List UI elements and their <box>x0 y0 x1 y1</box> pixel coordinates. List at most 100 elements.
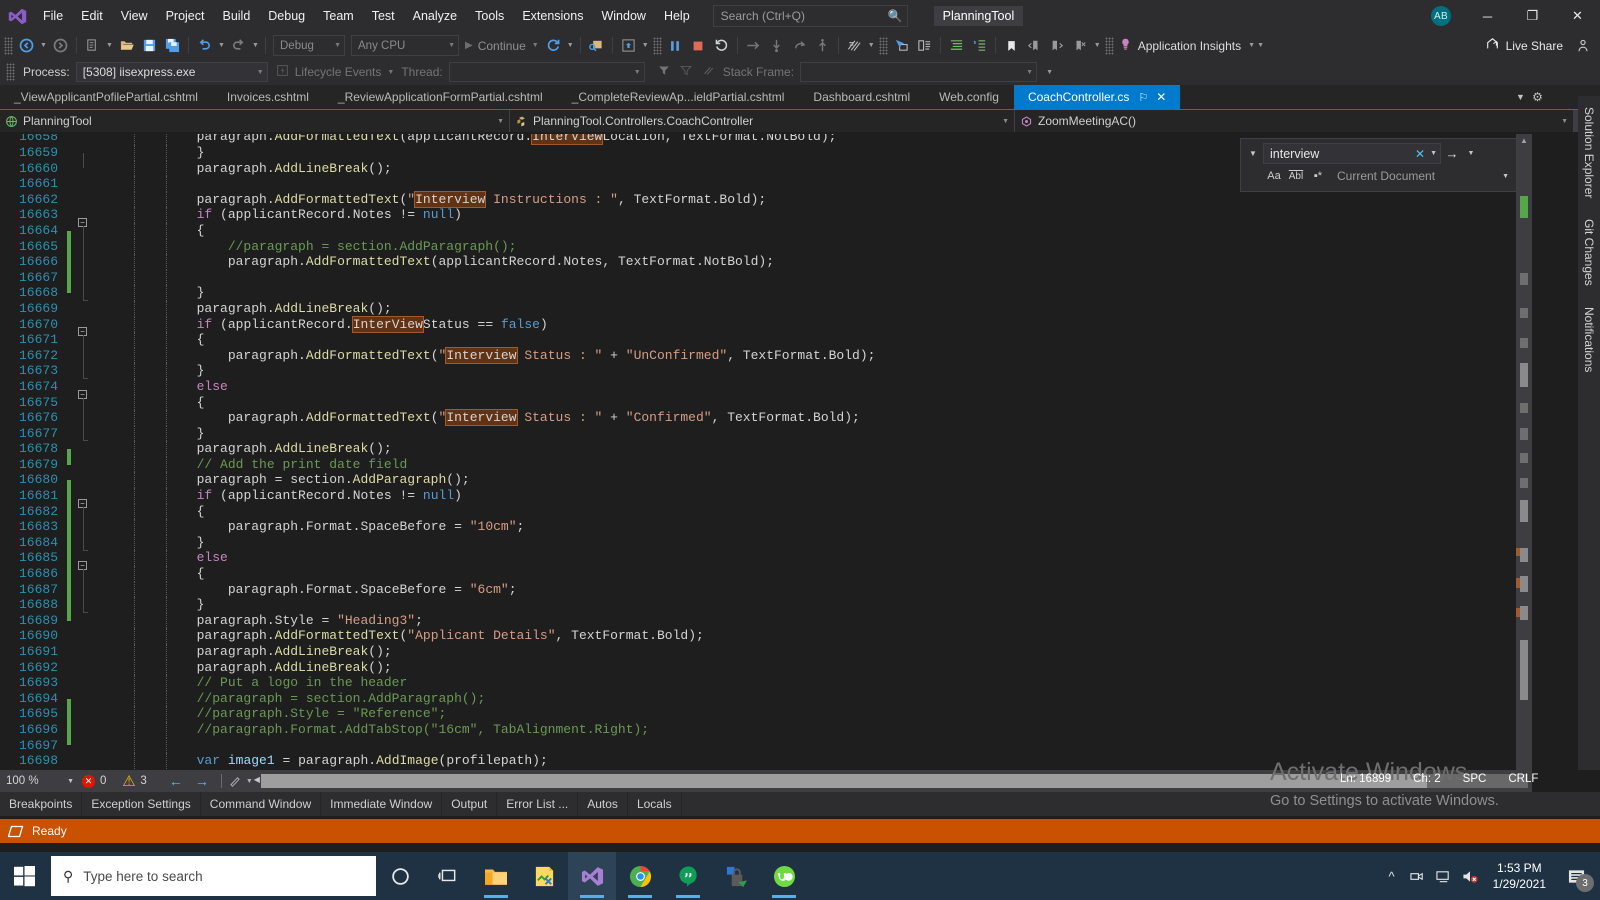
code-text[interactable]: if (applicantRecord.InterViewStatus == f… <box>92 315 1530 333</box>
code-text[interactable]: // Add the print date field <box>92 456 1530 473</box>
code-line[interactable]: 16671 { <box>0 332 1530 356</box>
code-line[interactable]: 16662 paragraph.AddFormattedText("Interv… <box>0 190 1530 208</box>
hscroll-thumb[interactable] <box>260 774 1427 788</box>
menu-help[interactable]: Help <box>655 0 699 32</box>
sync-lock-icon[interactable] <box>712 852 760 900</box>
menu-window[interactable]: Window <box>592 0 654 32</box>
overflow-icon[interactable]: ▼ <box>1037 69 1053 76</box>
document-tab[interactable]: _ViewApplicantPofilePartial.cshtml <box>0 85 213 109</box>
code-line[interactable]: 16675 { <box>0 394 1530 418</box>
network-display-icon[interactable] <box>1431 852 1457 900</box>
zoom-level-selector[interactable]: 100 % ▼ <box>6 775 82 787</box>
volume-muted-icon[interactable] <box>1457 852 1483 900</box>
code-text[interactable]: { <box>92 332 1530 348</box>
code-text[interactable]: paragraph.Format.SpaceBefore = "10cm"; <box>92 519 1530 535</box>
document-tab[interactable]: Invoices.cshtml <box>213 85 324 109</box>
break-all-icon[interactable] <box>664 34 687 57</box>
code-text[interactable]: paragraph.AddLineBreak(); <box>92 659 1530 676</box>
menu-edit[interactable]: Edit <box>72 0 112 32</box>
tool-tab-command-window[interactable]: Command Window <box>201 792 322 816</box>
dock-tab-solution-explorer[interactable]: Solution Explorer <box>1582 100 1596 205</box>
code-text[interactable]: paragraph.AddLineBreak(); <box>92 644 1530 660</box>
code-text[interactable]: paragraph.AddFormattedText("Applicant De… <box>92 628 1530 644</box>
code-text[interactable]: } <box>92 285 1530 301</box>
code-line[interactable]: 16667 <box>0 269 1530 294</box>
use-regex-icon[interactable]: ▪* <box>1307 167 1329 185</box>
code-text[interactable] <box>92 269 1530 286</box>
toolbar-grip[interactable] <box>6 63 15 81</box>
sticky-notes-icon[interactable] <box>520 852 568 900</box>
document-tab[interactable]: _CompleteReviewAp...ieldPartial.cshtml <box>558 85 800 109</box>
code-lines[interactable]: 16658 paragraph.AddFormattedText(applica… <box>0 134 1530 770</box>
code-line[interactable]: 16690 paragraph.AddFormattedText("Applic… <box>0 628 1530 644</box>
tool-tab-exception-settings[interactable]: Exception Settings <box>82 792 201 816</box>
menu-analyze[interactable]: Analyze <box>404 0 466 32</box>
code-text[interactable] <box>92 737 1530 754</box>
tab-settings-gear-icon[interactable]: ⚙ <box>1529 90 1546 104</box>
editor-horizontal-scrollbar[interactable]: ◀ <box>254 774 1528 788</box>
feedback-icon[interactable] <box>1571 34 1594 57</box>
code-text[interactable]: if (applicantRecord.Notes != null) <box>92 488 1530 504</box>
project-selector[interactable]: PlanningTool ▼ <box>0 110 510 132</box>
search-history-chevron-icon[interactable]: ▼ <box>1428 150 1437 157</box>
menu-extensions[interactable]: Extensions <box>513 0 592 32</box>
code-line[interactable]: 16688 } <box>0 597 1530 621</box>
navigate-backward-icon[interactable] <box>15 34 38 57</box>
dock-tab-git-changes[interactable]: Git Changes <box>1582 212 1596 293</box>
dock-tab-notifications[interactable]: Notifications <box>1582 300 1596 379</box>
toolbar-grip[interactable] <box>1104 36 1114 55</box>
code-text[interactable]: var image1 = paragraph.AddImage(profilep… <box>92 753 1530 769</box>
application-insights-button[interactable]: Application Insights ▼ <box>1116 37 1255 54</box>
browser-link-icon[interactable] <box>617 34 640 57</box>
code-line[interactable]: 16698 var image1 = paragraph.AddImage(pr… <box>0 753 1530 769</box>
step-up-icon[interactable] <box>811 34 834 57</box>
tool-tab-immediate-window[interactable]: Immediate Window <box>321 792 443 816</box>
code-text[interactable]: { <box>92 222 1530 239</box>
taskbar-clock[interactable]: 1:53 PM 1/29/2021 <box>1483 860 1556 892</box>
code-line[interactable]: 16685− else <box>0 550 1530 575</box>
process-selector[interactable]: [5308] iisexpress.exe ▼ <box>75 62 268 82</box>
quick-launch-search[interactable]: Search (Ctrl+Q) 🔍 <box>712 5 908 27</box>
code-text[interactable]: //paragraph = section.AddParagraph(); <box>92 690 1530 707</box>
code-text[interactable]: //paragraph = section.AddParagraph(); <box>92 238 1530 255</box>
navigate-forward-icon[interactable]: → <box>189 773 215 789</box>
clear-search-icon[interactable]: ✕ <box>1412 147 1428 161</box>
start-button[interactable] <box>0 852 48 900</box>
restart-icon[interactable] <box>710 34 733 57</box>
visual-studio-icon[interactable] <box>568 852 616 900</box>
task-view-icon[interactable] <box>424 852 472 900</box>
tool-tab-autos[interactable]: Autos <box>578 792 628 816</box>
toolbar-grip[interactable] <box>652 36 662 55</box>
code-line[interactable]: 16691 paragraph.AddLineBreak(); <box>0 644 1530 660</box>
menu-project[interactable]: Project <box>157 0 214 32</box>
code-line[interactable]: 16682 { <box>0 503 1530 528</box>
code-text[interactable]: } <box>92 363 1530 379</box>
code-line[interactable]: 16696 //paragraph.Format.AddTabStop("16c… <box>0 721 1530 746</box>
code-line[interactable]: 16670− if (applicantRecord.InterViewStat… <box>0 315 1530 341</box>
menu-debug[interactable]: Debug <box>259 0 314 32</box>
tab-list-chevron-icon[interactable]: ▼ <box>1512 92 1529 102</box>
code-line[interactable]: 16679 // Add the print date field <box>0 456 1530 473</box>
code-text[interactable]: else <box>92 378 1530 395</box>
code-line[interactable]: 16680 paragraph = section.AddParagraph()… <box>0 472 1530 496</box>
tool-tab-output[interactable]: Output <box>442 792 498 816</box>
menu-test[interactable]: Test <box>363 0 404 32</box>
account-avatar[interactable]: AB <box>1431 6 1451 26</box>
file-explorer-icon[interactable] <box>472 852 520 900</box>
thread-selector[interactable]: ▼ <box>448 62 645 82</box>
toolbar-grip[interactable] <box>878 36 888 55</box>
code-text[interactable]: paragraph.AddLineBreak(); <box>92 300 1530 317</box>
show-hidden-icons-icon[interactable]: ^ <box>1379 852 1405 900</box>
code-text[interactable]: { <box>92 503 1530 520</box>
code-line[interactable]: 16686 { <box>0 566 1530 590</box>
code-text[interactable]: paragraph.Format.SpaceBefore = "6cm"; <box>92 581 1530 598</box>
open-file-icon[interactable] <box>115 34 138 57</box>
search-scope-label[interactable]: Current Document <box>1329 169 1435 183</box>
code-line[interactable]: 16693 // Put a logo in the header <box>0 675 1530 691</box>
menu-file[interactable]: File <box>34 0 72 32</box>
code-line[interactable]: 16694 //paragraph = section.AddParagraph… <box>0 690 1530 715</box>
editor-vertical-scrollbar[interactable]: ▲ <box>1516 134 1532 770</box>
code-line[interactable]: 16669 paragraph.AddLineBreak(); <box>0 300 1530 317</box>
clear-bookmarks-icon[interactable] <box>1069 34 1092 57</box>
type-selector[interactable]: PlanningTool.Controllers.CoachController… <box>510 110 1015 132</box>
